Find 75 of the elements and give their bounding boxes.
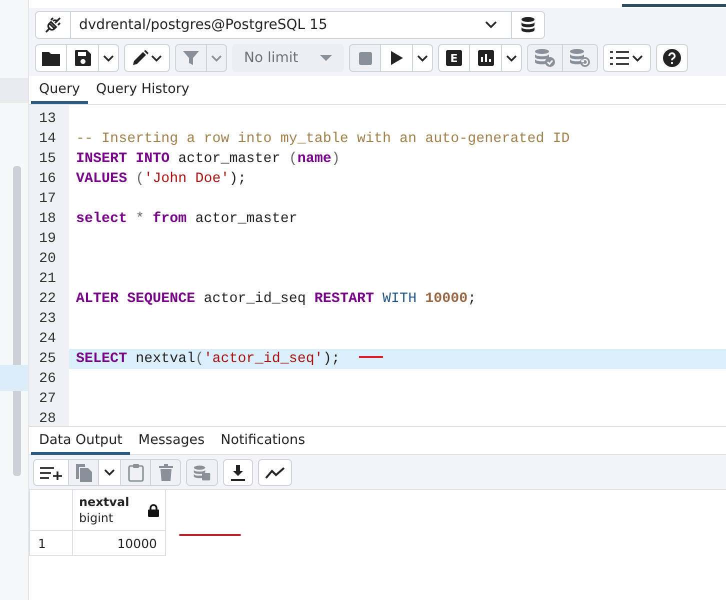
folder-icon [42,50,60,66]
chevron-icon [485,21,497,29]
edit-button[interactable] [124,44,170,72]
result-tab[interactable]: Notifications [212,427,314,455]
code-line: select * from actor_master [75,210,298,229]
line-number: 21 [38,271,58,287]
dropdown-button[interactable] [99,44,119,72]
caret-icon [103,54,114,62]
download-button[interactable] [223,459,253,486]
database-check-icon [534,48,556,68]
caret-icon [211,54,222,62]
column-name: nextval [79,494,130,510]
code-line: -- Inserting a row into my_table with an auto-generated ID [75,130,571,149]
line-number: 25 [38,351,58,367]
connection-label: dvdrental/postgres@PostgreSQL 15 [78,17,328,33]
pencil-icon [132,50,162,66]
explain-button[interactable]: E [438,44,470,72]
caret-icon [320,54,332,62]
line-number: 23 [38,311,58,327]
row-number: 1 [30,530,72,556]
connection-select[interactable]: dvdrental/postgres@PostgreSQL 15 [35,11,545,39]
line-number: 26 [38,371,58,387]
trash-icon [158,464,172,481]
stop-icon [358,52,372,64]
copy-icon [76,464,92,482]
editor-tab[interactable]: Query History [88,76,198,104]
open-button[interactable] [35,44,67,72]
plug-icon [44,16,62,34]
line-graph-icon [265,466,285,478]
database-save-icon [193,464,211,482]
caret-icon [506,54,517,62]
line-number: 28 [38,411,58,427]
result-tab[interactable]: Messages [130,427,213,455]
line-number: 13 [38,111,58,127]
code-line: ALTER SEQUENCE actor_id_seq RESTART WITH 10000; [75,290,478,309]
bar-chart-icon [478,50,494,66]
line-number: 27 [38,391,58,407]
play-icon [390,51,402,65]
save-icon [74,50,90,66]
code-line: INSERT INTO actor_master (name) [75,150,341,169]
sidebar-highlight [0,365,28,391]
dropdown-button[interactable] [413,44,433,72]
line-number: 19 [38,231,58,247]
add-row-icon [40,466,62,480]
save-button[interactable] [67,44,99,72]
column-type: bigint [79,510,114,526]
play-button[interactable] [381,44,413,72]
clipboard-icon [128,464,144,482]
line-number: 22 [38,291,58,307]
code-line: VALUES ('John Doe'); [75,170,248,189]
chart-button[interactable] [470,44,502,72]
add-row-button[interactable] [33,459,69,486]
list-icon [610,50,644,66]
filter-icon [183,50,199,66]
annotation-mark [179,534,241,536]
database-icon [520,16,536,34]
database-undo-icon [569,48,591,68]
dropdown-button[interactable] [99,459,121,486]
table-cell: 10000 [72,530,166,556]
line-number: 17 [38,191,58,207]
line-number: 24 [38,331,58,347]
macros-button[interactable] [603,44,651,72]
line-number: 20 [38,251,58,267]
caret-icon [417,54,428,62]
line-number: 18 [38,211,58,227]
help-icon [663,49,681,67]
line-number: 16 [38,171,58,187]
line-number: 15 [38,151,58,167]
line-number: 14 [38,131,58,147]
download-icon [231,464,245,480]
dropdown-button[interactable] [502,44,522,72]
caret-icon [104,469,115,476]
annotation-mark [359,356,383,358]
graph-button[interactable] [258,459,292,486]
help-button[interactable] [656,44,688,72]
